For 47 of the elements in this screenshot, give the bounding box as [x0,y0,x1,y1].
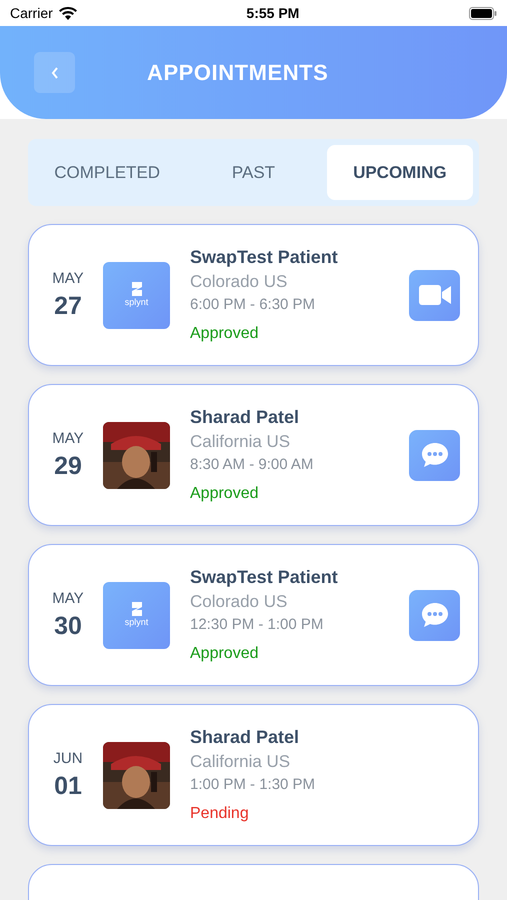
time-range: 8:30 AM - 9:00 AM [190,455,314,476]
status-text: Approved [190,484,260,504]
clock-time: 5:55 PM [246,4,300,22]
time-range: 6:00 PM - 6:30 PM [190,295,316,316]
day-number: 27 [54,290,82,322]
day-number: 30 [54,610,82,642]
patient-name: SwapTest Patient [190,566,339,590]
video-camera-icon [418,285,450,305]
logo-icon [130,281,144,298]
day-number: 29 [54,450,82,482]
day-number: 01 [54,770,82,802]
patient-name: Sharad Patel [190,406,300,430]
month-label: MAY [52,429,84,450]
chat-bubble-icon [420,442,448,468]
location-text: California US [190,751,292,772]
tab[interactable]: UPCOMING [326,145,473,200]
location-text: California US [190,431,292,452]
tab[interactable]: PAST [180,145,327,200]
appointment-card[interactable]: MAY 30 splynt SwapTest Patient Colorado US 12:30 PM - 1:00 PM Approved [28,544,479,686]
patient-name: SwapTest Patient [190,246,339,270]
location-text: Colorado US [190,591,288,612]
chat-button[interactable] [409,590,460,640]
patient-name: Sharad Patel [190,726,300,750]
appointment-card[interactable]: JUN 01 Sharad Patel California US 1:00 PM - 1:30 PM Pending [28,704,479,846]
chat-button[interactable] [409,430,460,480]
wifi-icon [58,6,77,20]
location-text: Colorado US [190,271,288,292]
carrier-label: Carrier [10,4,53,22]
month-label: JUN [53,749,83,770]
page-title: APPOINTMENTS [147,59,328,87]
logo-text: splynt [124,297,148,309]
logo-icon [130,601,144,618]
status-text: Pending [190,804,250,824]
video-call-button[interactable] [409,270,460,320]
chat-bubble-icon [420,602,448,628]
appointment-card[interactable]: MAY 29 Sharad Patel California US 8:30 AM - 9:00 AM Approved [28,384,479,526]
month-label: MAY [52,269,84,290]
logo-text: splynt [124,617,148,629]
status-text: Approved [190,324,260,344]
battery-icon [468,6,497,20]
time-range: 12:30 PM - 1:00 PM [190,615,324,636]
back-chevron-icon [50,66,58,78]
appointment-card[interactable]: MAY 27 splynt SwapTest Patient Colorado US 6:00 PM - 6:30 PM Approved [28,224,479,366]
month-label: MAY [52,589,84,610]
tab[interactable]: COMPLETED [34,145,180,200]
time-range: 1:00 PM - 1:30 PM [190,775,316,796]
status-text: Approved [190,644,260,664]
